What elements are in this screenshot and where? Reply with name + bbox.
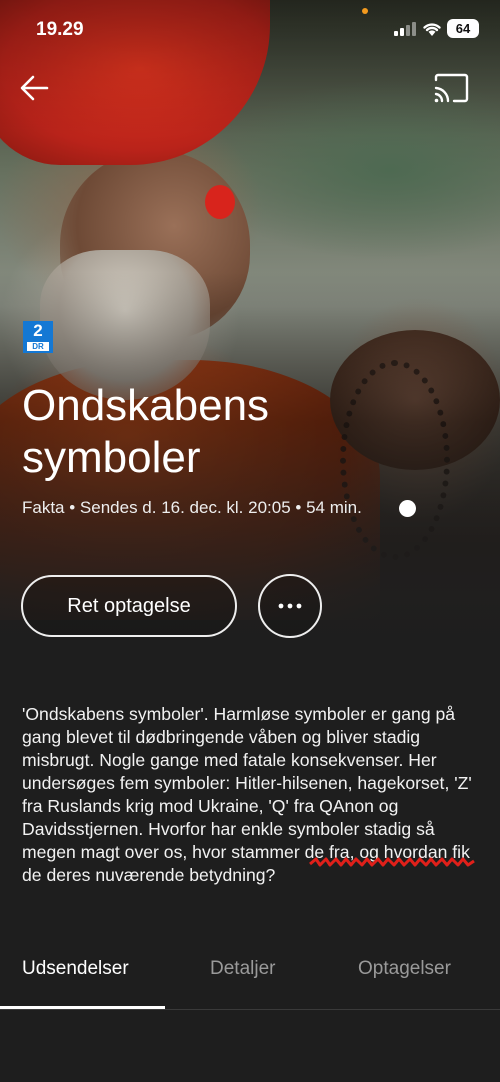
ellipsis-icon: [278, 603, 302, 609]
channel-logo: 2 DR: [23, 321, 53, 353]
program-meta: Fakta • Sendes d. 16. dec. kl. 20:05 • 5…: [22, 498, 362, 517]
tab-bar: Udsendelser Detaljer Optagelser: [0, 950, 500, 1010]
red-scribble-redaction: [309, 857, 475, 867]
signal-icon: [394, 22, 416, 36]
edit-recording-button[interactable]: Ret optagelse: [21, 575, 237, 637]
tab-detaljer[interactable]: Detaljer: [210, 958, 275, 980]
arrow-left-icon: [20, 75, 49, 101]
tab-udsendelser[interactable]: Udsendelser: [22, 958, 129, 980]
channel-number: 2: [33, 321, 43, 340]
more-options-button[interactable]: [258, 574, 322, 638]
channel-brand: DR: [27, 342, 49, 351]
status-dot-icon: [399, 500, 416, 517]
cast-button[interactable]: [430, 70, 472, 106]
tab-divider: [0, 1009, 500, 1010]
status-bar: 19.29 64: [0, 0, 500, 60]
status-time: 19.29: [36, 19, 84, 40]
wifi-icon: [422, 19, 442, 37]
back-button[interactable]: [16, 70, 52, 106]
program-title: Ondskabens symboler: [22, 381, 270, 482]
battery-icon: 64: [447, 19, 479, 38]
cast-icon: [434, 73, 469, 103]
tab-optagelser[interactable]: Optagelser: [358, 958, 451, 980]
privacy-indicator-dot: [362, 8, 368, 14]
